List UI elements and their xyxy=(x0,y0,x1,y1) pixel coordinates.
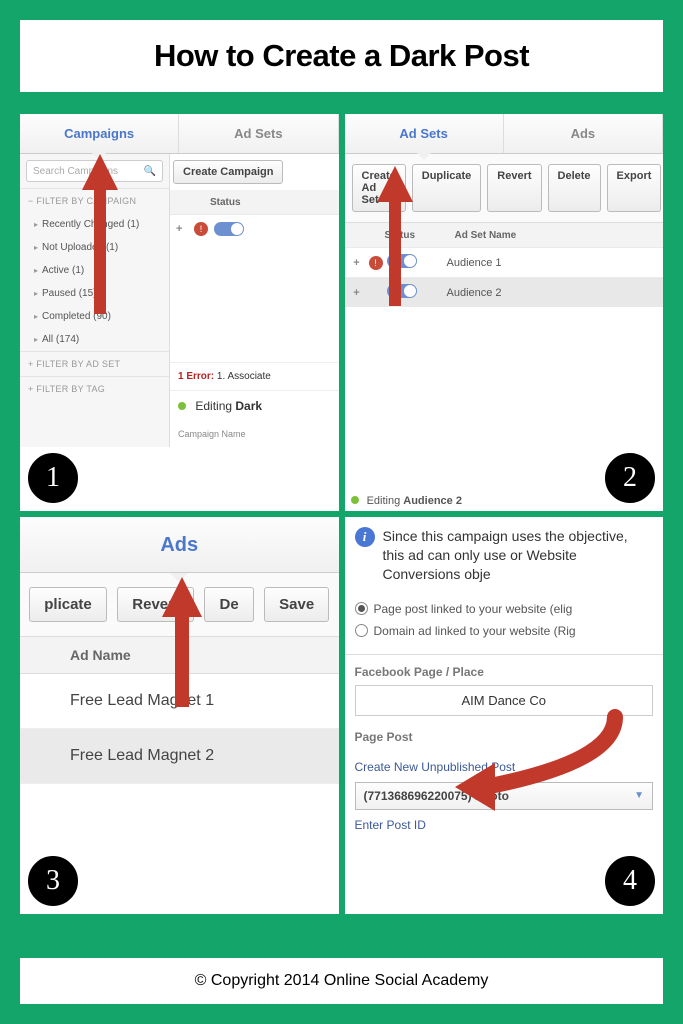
error-text: 1. Associate xyxy=(217,371,271,382)
editing-prefix: Editing xyxy=(195,399,235,413)
main-area: Create Campaign Status + ! 1 Error: 1. A… xyxy=(170,154,339,447)
save-button[interactable]: Save xyxy=(264,587,329,622)
tabs: Ads xyxy=(20,517,339,573)
error-line: 1 Error: 1. Associate xyxy=(170,362,339,390)
filter-header-tag[interactable]: + FILTER BY TAG xyxy=(20,376,169,401)
filter-header-adset[interactable]: + FILTER BY AD SET xyxy=(20,351,169,376)
step-badge: 3 xyxy=(26,854,80,908)
tab-adsets[interactable]: Ad Sets xyxy=(179,114,338,153)
panel-step-3: Ads plicate Revert De Save Ad Name Free … xyxy=(20,517,339,914)
step-badge: 1 xyxy=(26,451,80,505)
error-count: 1 Error: xyxy=(178,371,214,382)
tab-ads[interactable]: Ads xyxy=(504,114,663,153)
adset-name: Audience 1 xyxy=(437,257,664,269)
footer: © Copyright 2014 Online Social Academy xyxy=(20,958,663,1004)
radio-group: Page post linked to your website (elig D… xyxy=(345,594,664,655)
expand-icon[interactable]: + xyxy=(345,287,369,299)
revert-button[interactable]: Revert xyxy=(487,164,541,212)
status-toggle[interactable] xyxy=(214,222,244,236)
info-text: Since this campaign uses the objective, … xyxy=(383,527,654,584)
radio-label: Domain ad linked to your website (Rig xyxy=(374,624,576,638)
panel-step-1: Campaigns Ad Sets Search Campaigns 🔍 − F… xyxy=(20,114,339,511)
col-name: Ad Set Name xyxy=(445,230,664,241)
title-bar: How to Create a Dark Post xyxy=(20,20,663,92)
step-badge: 4 xyxy=(603,854,657,908)
duplicate-button[interactable]: Duplicate xyxy=(412,164,482,212)
radio-icon xyxy=(355,602,368,615)
page-label: Facebook Page / Place xyxy=(355,665,654,679)
info-icon: i xyxy=(355,527,375,547)
table-row[interactable]: + ! xyxy=(170,214,339,242)
tab-adsets[interactable]: Ad Sets xyxy=(345,114,504,153)
table-row[interactable]: Free Lead Magnet 2 xyxy=(20,729,339,784)
tabs: Campaigns Ad Sets xyxy=(20,114,339,154)
annotation-arrow-icon xyxy=(375,166,415,306)
tabs: Ad Sets Ads xyxy=(345,114,664,154)
create-campaign-button[interactable]: Create Campaign xyxy=(173,160,283,184)
annotation-arrow-icon xyxy=(425,707,625,827)
editing-name: Audience 2 xyxy=(403,495,462,507)
expand-icon[interactable]: + xyxy=(345,257,369,269)
info-banner: i Since this campaign uses the objective… xyxy=(345,517,664,594)
tab-ads[interactable]: Ads xyxy=(160,517,198,573)
editing-prefix: Editing xyxy=(367,495,404,507)
step-badge: 2 xyxy=(603,451,657,505)
editing-line: Editing Audience 2 xyxy=(351,495,462,507)
filter-item[interactable]: All (174) xyxy=(20,328,169,351)
warning-icon: ! xyxy=(194,222,208,236)
radio-page-post[interactable]: Page post linked to your website (elig xyxy=(355,598,654,620)
adset-name: Audience 2 xyxy=(437,287,664,299)
radio-label: Page post linked to your website (elig xyxy=(374,602,573,616)
tab-campaigns[interactable]: Campaigns xyxy=(20,114,179,153)
annotation-arrow-icon xyxy=(160,577,204,707)
step-grid: Campaigns Ad Sets Search Campaigns 🔍 − F… xyxy=(20,114,663,914)
copyright-text: © Copyright 2014 Online Social Academy xyxy=(195,972,489,989)
panel-step-2: Ad Sets Ads Create Ad Set Duplicate Reve… xyxy=(345,114,664,511)
panel-step-4: i Since this campaign uses the objective… xyxy=(345,517,664,914)
editing-name: Dark xyxy=(235,399,262,413)
status-dot-icon xyxy=(351,496,359,504)
editing-line: Editing Dark xyxy=(170,390,339,421)
delete-button[interactable]: Delete xyxy=(548,164,601,212)
expand-icon[interactable]: + xyxy=(176,223,194,235)
campaign-name-label: Campaign Name xyxy=(170,421,339,447)
status-dot-icon xyxy=(178,402,186,410)
chevron-down-icon: ▼ xyxy=(634,790,644,801)
radio-domain-ad[interactable]: Domain ad linked to your website (Rig xyxy=(355,620,654,642)
duplicate-button[interactable]: plicate xyxy=(29,587,107,622)
page-title: How to Create a Dark Post xyxy=(30,38,653,74)
radio-icon xyxy=(355,624,368,637)
delete-button[interactable]: De xyxy=(204,587,253,622)
status-header: Status xyxy=(170,190,339,214)
export-button[interactable]: Export xyxy=(607,164,662,212)
annotation-arrow-icon xyxy=(80,154,120,314)
search-icon: 🔍 xyxy=(144,166,156,177)
